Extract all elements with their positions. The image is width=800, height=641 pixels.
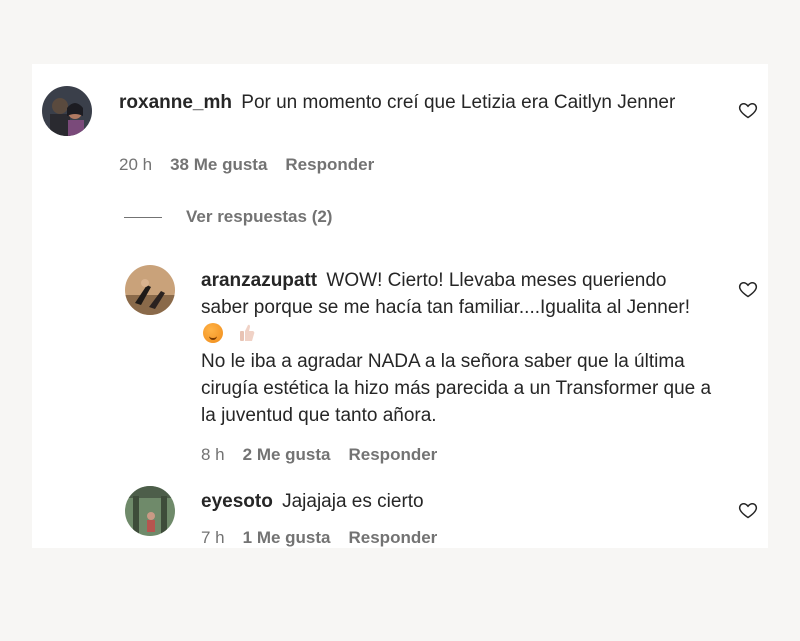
comment-likes[interactable]: 2 Me gusta	[243, 445, 331, 465]
comment-time[interactable]: 20 h	[119, 155, 152, 175]
comment-text: aranzazupatt WOW! Cierto! Llevaba meses …	[201, 267, 716, 429]
thumbs-up-emoji	[240, 324, 255, 341]
reply-button[interactable]: Responder	[349, 445, 438, 465]
comment-text: eyesoto Jajajaja es cierto	[201, 488, 716, 515]
comment-meta: 20 h 38 Me gusta Responder	[119, 155, 374, 175]
comment-meta: 8 h 2 Me gusta Responder	[201, 445, 437, 465]
comment-time[interactable]: 8 h	[201, 445, 225, 465]
comment-username[interactable]: aranzazupatt	[201, 270, 317, 291]
comment-likes[interactable]: 38 Me gusta	[170, 155, 267, 175]
divider-line	[124, 216, 162, 218]
comment-likes[interactable]: 1 Me gusta	[243, 528, 331, 548]
comment-text: roxanne_mh Por un momento creí que Letiz…	[119, 89, 719, 116]
heart-outline-icon[interactable]	[738, 279, 758, 299]
reply-button[interactable]: Responder	[349, 528, 438, 548]
comment-body: Por un momento creí que Letizia era Cait…	[241, 92, 676, 113]
comments-panel: roxanne_mh Por un momento creí que Letiz…	[32, 64, 768, 548]
comment-body: Jajajaja es cierto	[282, 491, 424, 512]
heart-outline-icon[interactable]	[738, 100, 758, 120]
avatar[interactable]	[125, 486, 175, 536]
hand-over-mouth-emoji	[203, 323, 223, 343]
comment-time[interactable]: 7 h	[201, 528, 225, 548]
comment-meta: 7 h 1 Me gusta Responder	[201, 528, 437, 548]
avatar[interactable]	[125, 265, 175, 315]
comment-username[interactable]: eyesoto	[201, 491, 273, 512]
view-replies-label: Ver respuestas (2)	[186, 207, 333, 226]
avatar[interactable]	[42, 86, 92, 136]
view-replies-button[interactable]: Ver respuestas (2)	[124, 207, 332, 227]
heart-outline-icon[interactable]	[738, 500, 758, 520]
comment-username[interactable]: roxanne_mh	[119, 92, 232, 113]
reply-button[interactable]: Responder	[285, 155, 374, 175]
comment-body-continued: No le iba a agradar NADA a la señora sab…	[201, 351, 712, 426]
